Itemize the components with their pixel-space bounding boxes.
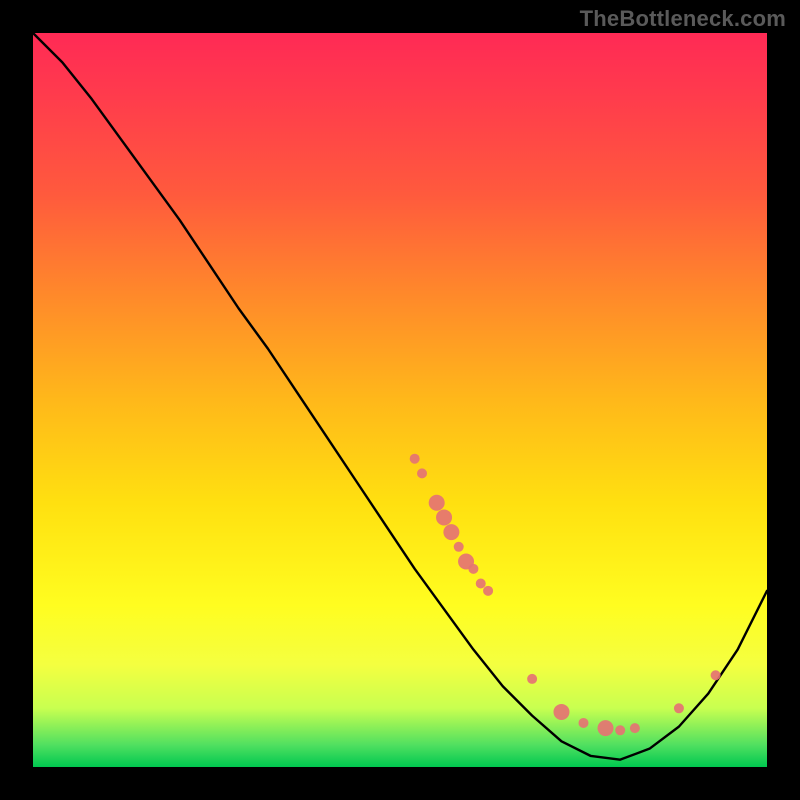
data-point	[476, 579, 486, 589]
data-point	[711, 670, 721, 680]
plot-area	[33, 33, 767, 767]
data-point	[468, 564, 478, 574]
branding-watermark: TheBottleneck.com	[580, 6, 786, 32]
data-point	[454, 542, 464, 552]
data-point	[674, 703, 684, 713]
marker-group	[410, 454, 721, 736]
chart-svg	[33, 33, 767, 767]
data-point	[579, 718, 589, 728]
data-point	[429, 495, 445, 511]
chart-stage: TheBottleneck.com	[0, 0, 800, 800]
curve-line	[33, 33, 767, 760]
data-point	[417, 468, 427, 478]
data-point	[553, 704, 569, 720]
data-point	[527, 674, 537, 684]
data-point	[443, 524, 459, 540]
data-point	[436, 509, 452, 525]
data-point	[615, 725, 625, 735]
data-point	[598, 720, 614, 736]
data-point	[410, 454, 420, 464]
data-point	[483, 586, 493, 596]
data-point	[630, 723, 640, 733]
